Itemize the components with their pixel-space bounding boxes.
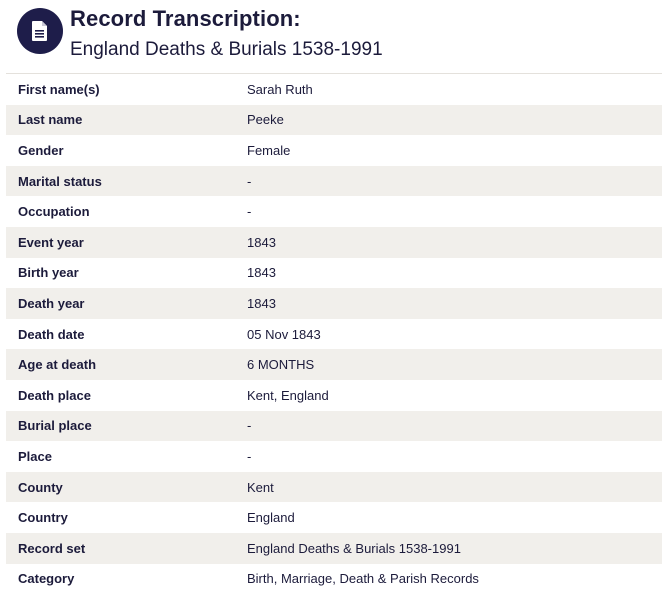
field-label: Death year [18,295,85,311]
record-header: Record Transcription: England Deaths & B… [0,0,662,70]
field-label: Country [18,510,68,526]
field-value: Birth, Marriage, Death & Parish Records [247,571,479,587]
field-value: 1843 [247,234,276,250]
field-value: Kent, England [247,387,329,403]
field-value: 1843 [247,295,276,311]
table-row: Death place Kent, England [6,379,662,411]
field-value: - [247,418,252,434]
field-value: 1843 [247,265,276,281]
field-value: 6 MONTHS [247,357,315,373]
field-label: Place [18,448,52,464]
table-row: County Kent [6,471,662,503]
field-label: Category [18,571,75,587]
document-icon [17,8,63,54]
table-row: Event year 1843 [6,226,662,258]
table-row: Birth year 1843 [6,257,662,289]
field-value: Peeke [247,112,284,128]
field-value: England [247,510,295,526]
field-label: Record set [18,540,86,556]
field-label: Marital status [18,173,102,189]
table-row: Age at death 6 MONTHS [6,349,662,380]
transcription-table: First name(s) Sarah Ruth Last name Peeke Gen… [6,73,662,595]
table-row: Death date 05 Nov 1843 [6,318,662,350]
field-label: First name(s) [18,81,100,97]
field-label: County [18,479,63,495]
field-value: Kent [247,479,274,495]
field-value: - [247,204,252,220]
table-row: Country England [6,502,662,533]
table-row: Gender Female [6,135,662,166]
field-label: Death date [18,326,85,342]
table-row: Last name Peeke [6,104,662,136]
field-label: Last name [18,112,83,128]
record-set-subtitle: England Deaths & Burials 1538-1991 [70,39,383,60]
table-row: Death year 1843 [6,288,662,319]
table-row: First name(s) Sarah Ruth [6,74,662,105]
table-row: Record set England Deaths & Burials 1538-… [6,532,662,564]
field-value: 05 Nov 1843 [247,326,321,342]
table-row: Marital status - [6,165,662,197]
field-label: Death place [18,387,91,403]
table-row: Place - [6,441,662,472]
field-value: - [247,448,252,464]
page-title: Record Transcription: [70,6,301,31]
table-row: Occupation - [6,196,662,227]
field-label: Burial place [18,418,92,434]
table-row: Category Birth, Marriage, Death & Parish … [6,563,662,595]
field-label: Occupation [18,204,90,220]
field-value: Sarah Ruth [247,81,313,97]
field-value: Female [247,142,291,158]
table-row: Burial place - [6,410,662,442]
field-value: England Deaths & Burials 1538-1991 [247,540,461,556]
field-label: Gender [18,142,64,158]
field-label: Birth year [18,265,79,281]
field-label: Event year [18,234,84,250]
field-value: - [247,173,252,189]
field-label: Age at death [18,357,97,373]
